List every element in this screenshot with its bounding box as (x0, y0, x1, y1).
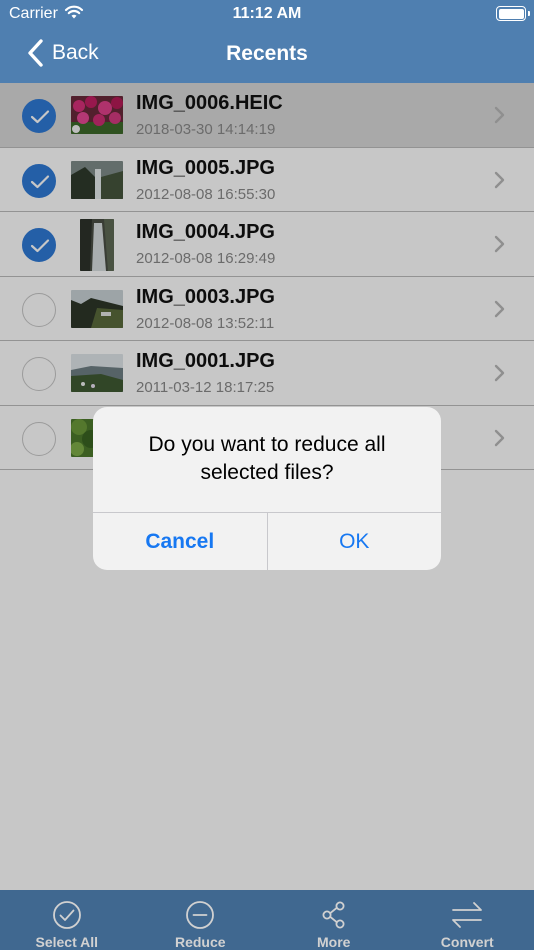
alert-message: Do you want to reduce all selected files… (148, 433, 386, 484)
confirm-alert: Do you want to reduce all selected files… (93, 407, 441, 570)
ok-button[interactable]: OK (268, 513, 442, 570)
alert-actions: Cancel OK (93, 512, 441, 570)
app-header: Carrier 11:12 AM Back Recents (0, 0, 534, 83)
battery-icon (496, 6, 530, 21)
status-bar: Carrier 11:12 AM (0, 0, 534, 28)
page-title: Recents (226, 42, 308, 65)
toolbar-overlay (0, 890, 534, 950)
navigation-bar: Back Recents (0, 28, 534, 83)
status-time: 11:12 AM (232, 5, 302, 22)
cancel-button[interactable]: Cancel (93, 513, 268, 570)
